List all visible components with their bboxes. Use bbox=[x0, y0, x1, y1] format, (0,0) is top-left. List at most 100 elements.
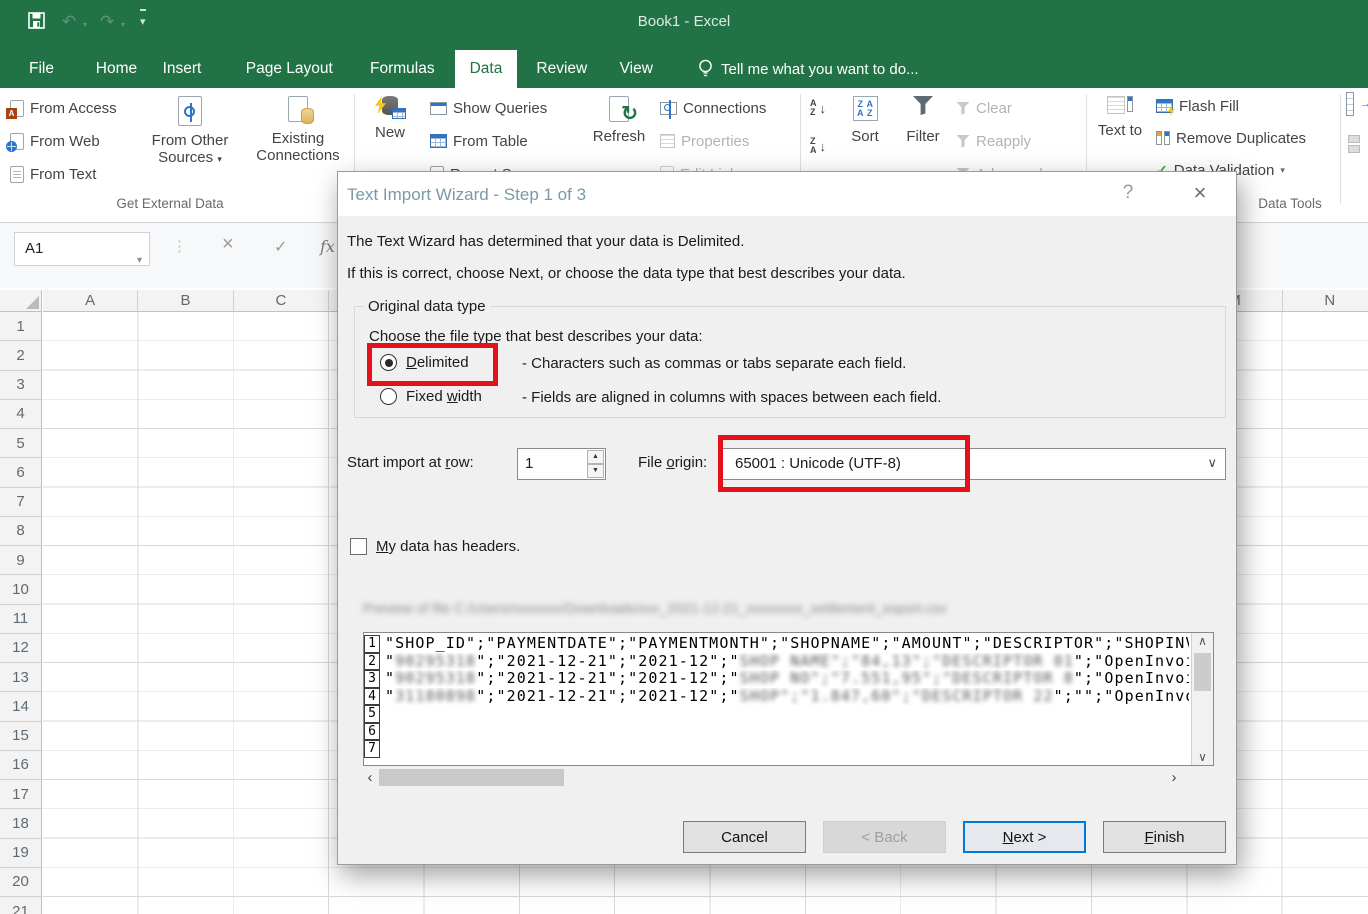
properties-icon bbox=[660, 134, 675, 148]
row-header-5[interactable]: 5 bbox=[0, 429, 41, 458]
from-web-button[interactable]: From Web bbox=[10, 129, 100, 153]
select-all-corner[interactable] bbox=[0, 290, 42, 312]
connections-button[interactable]: Connections bbox=[660, 96, 766, 120]
clear-filter-button[interactable]: Clear bbox=[956, 96, 1012, 120]
row-header-16[interactable]: 16 bbox=[0, 751, 41, 780]
tab-insert[interactable]: Insert bbox=[148, 50, 217, 88]
insert-function-icon[interactable]: fx bbox=[320, 237, 335, 256]
row-header-11[interactable]: 11 bbox=[0, 605, 41, 634]
row-header-21[interactable]: 21 bbox=[0, 897, 41, 914]
name-box[interactable]: A1 ▾ bbox=[14, 232, 150, 266]
row-header-15[interactable]: 15 bbox=[0, 722, 41, 751]
row-header-7[interactable]: 7 bbox=[0, 488, 41, 517]
row-header-2[interactable]: 2 bbox=[0, 341, 41, 370]
row-header-8[interactable]: 8 bbox=[0, 517, 41, 546]
column-header-N[interactable]: N bbox=[1283, 290, 1368, 311]
start-row-spinner[interactable]: 1 ▲ ▼ bbox=[517, 448, 606, 480]
headers-checkbox[interactable] bbox=[350, 538, 367, 555]
remove-duplicates-button[interactable]: Remove Duplicates bbox=[1156, 126, 1306, 150]
next-button[interactable]: Next > bbox=[963, 821, 1086, 853]
sort-descending-button[interactable]: ZA ↓ bbox=[810, 134, 826, 158]
text-to-columns-button[interactable]: Text to bbox=[1092, 96, 1148, 139]
vertical-scroll-thumb[interactable] bbox=[1194, 653, 1211, 691]
scroll-up-icon[interactable]: ∧ bbox=[1192, 633, 1213, 649]
group-label-get-external-data: Get External Data bbox=[20, 196, 320, 211]
tab-review[interactable]: Review bbox=[521, 50, 602, 88]
dialog-titlebar[interactable]: Text Import Wizard - Step 1 of 3 ? × bbox=[338, 172, 1236, 216]
redacted-text: SHOP NAME";"84,13";"DESCRIPTOR 01 bbox=[740, 653, 1074, 670]
properties-button[interactable]: Properties bbox=[660, 129, 749, 153]
tab-data[interactable]: Data bbox=[455, 50, 518, 88]
column-header-B[interactable]: B bbox=[138, 290, 233, 311]
row-header-19[interactable]: 19 bbox=[0, 839, 41, 868]
tab-file[interactable]: File bbox=[14, 50, 69, 88]
from-table-button[interactable]: From Table bbox=[430, 129, 528, 153]
refresh-all-button[interactable]: ↻ Refresh bbox=[588, 96, 650, 145]
row-header-4[interactable]: 4 bbox=[0, 400, 41, 429]
tab-page-layout[interactable]: Page Layout bbox=[231, 50, 348, 88]
headers-checkbox-label[interactable]: My data has headers. bbox=[376, 538, 520, 555]
from-access-button[interactable]: A From Access bbox=[10, 96, 117, 120]
sort-button[interactable]: ZA AZ Sort bbox=[840, 96, 890, 145]
dialog-help-button[interactable]: ? bbox=[1113, 182, 1143, 204]
row-header-6[interactable]: 6 bbox=[0, 458, 41, 487]
row-header-10[interactable]: 10 bbox=[0, 575, 41, 604]
consolidate-button[interactable]: → bbox=[1346, 92, 1368, 116]
existing-connections-icon bbox=[288, 96, 308, 122]
spinner-up-icon[interactable]: ▲ bbox=[587, 450, 604, 464]
excel-window: ↶ ▾ ↷ ▾ ▾ Book1 - Excel FileHomeInsertPa… bbox=[0, 0, 1368, 914]
existing-connections-button[interactable]: Existing Connections bbox=[248, 96, 348, 164]
tab-view[interactable]: View bbox=[605, 50, 668, 88]
redacted-text: 90295318 bbox=[395, 653, 476, 670]
dropdown-icon: ▾ bbox=[217, 154, 222, 164]
formula-bar-handle-icon[interactable]: ⋮ bbox=[172, 237, 187, 255]
row-header-1[interactable]: 1 bbox=[0, 312, 41, 341]
row-header-12[interactable]: 12 bbox=[0, 634, 41, 663]
flash-fill-button[interactable]: Flash Fill bbox=[1156, 94, 1239, 118]
fixed-width-radio-label[interactable]: Fixed width bbox=[406, 388, 482, 405]
from-text-button[interactable]: From Text bbox=[10, 162, 96, 186]
formula-enter-icon[interactable]: ✓ bbox=[274, 237, 287, 257]
fixed-width-description: - Fields are aligned in columns with spa… bbox=[522, 389, 941, 406]
column-header-C[interactable]: C bbox=[234, 290, 329, 311]
lightbulb-icon bbox=[698, 58, 713, 80]
formula-cancel-icon[interactable]: × bbox=[222, 233, 234, 256]
row-header-20[interactable]: 20 bbox=[0, 868, 41, 897]
row-header-17[interactable]: 17 bbox=[0, 780, 41, 809]
back-button: < Back bbox=[823, 821, 946, 853]
new-query-button[interactable]: New bbox=[362, 96, 418, 141]
tell-me-box[interactable]: Tell me what you want to do... bbox=[698, 58, 919, 80]
row-header-13[interactable]: 13 bbox=[0, 663, 41, 692]
file-origin-label: File origin: bbox=[638, 454, 707, 471]
preview-horizontal-scrollbar[interactable]: ‹ › bbox=[363, 768, 1181, 788]
reapply-filter-button[interactable]: Reapply bbox=[956, 129, 1031, 153]
filter-button[interactable]: Filter bbox=[898, 96, 948, 145]
scroll-left-icon[interactable]: ‹ bbox=[363, 768, 377, 788]
row-header-18[interactable]: 18 bbox=[0, 809, 41, 838]
combobox-chevron-icon[interactable]: ∨ bbox=[1207, 455, 1217, 471]
spinner-down-icon[interactable]: ▼ bbox=[587, 464, 604, 478]
sort-ascending-button[interactable]: AZ ↓ bbox=[810, 96, 826, 120]
row-header-3[interactable]: 3 bbox=[0, 371, 41, 400]
row-header-14[interactable]: 14 bbox=[0, 692, 41, 721]
cancel-button[interactable]: Cancel bbox=[683, 821, 806, 853]
from-other-sources-button[interactable]: From Other Sources ▾ bbox=[138, 96, 242, 166]
preview-vertical-scrollbar[interactable]: ∧ ∨ bbox=[1191, 633, 1213, 765]
horizontal-scroll-thumb[interactable] bbox=[379, 769, 564, 786]
row-header-9[interactable]: 9 bbox=[0, 546, 41, 575]
column-header-A[interactable]: A bbox=[43, 290, 138, 311]
fixed-width-radio[interactable] bbox=[380, 388, 397, 405]
dialog-close-button[interactable]: × bbox=[1183, 180, 1217, 206]
finish-button[interactable]: Finish bbox=[1103, 821, 1226, 853]
remove-duplicates-icon bbox=[1156, 131, 1170, 145]
relationships-button[interactable] bbox=[1348, 132, 1360, 156]
show-queries-button[interactable]: Show Queries bbox=[430, 96, 547, 120]
scroll-down-icon[interactable]: ∨ bbox=[1192, 749, 1213, 765]
tab-formulas[interactable]: Formulas bbox=[355, 50, 450, 88]
start-row-value[interactable]: 1 bbox=[525, 455, 533, 472]
name-box-dropdown-icon[interactable]: ▾ bbox=[137, 245, 142, 277]
file-preview-box[interactable]: 1"SHOP_ID";"PAYMENTDATE";"PAYMENTMONTH";… bbox=[363, 632, 1214, 766]
scroll-right-icon[interactable]: › bbox=[1167, 768, 1181, 788]
preview-file-caption-redacted: Preview of file C:/Users/xxxxxxx/Downloa… bbox=[363, 600, 947, 616]
tab-home[interactable]: Home bbox=[81, 50, 152, 88]
